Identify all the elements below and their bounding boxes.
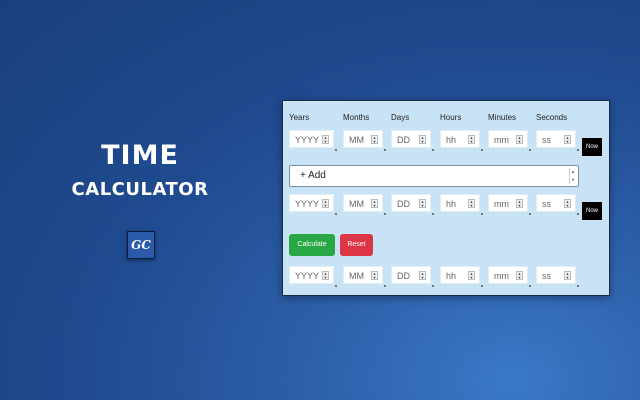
dot xyxy=(335,149,337,151)
calculate-button[interactable]: Calculate xyxy=(289,234,335,256)
placeholder: YYYY xyxy=(295,271,320,281)
spinner-icon[interactable]: ▲ ▼ xyxy=(322,135,329,144)
spinner-icon[interactable]: ▲ ▼ xyxy=(322,199,329,208)
placeholder: mm xyxy=(494,199,509,209)
result-minutes-input[interactable]: mm ▲ ▼ xyxy=(488,266,531,287)
spinner-icon[interactable]: ▲ ▼ xyxy=(419,271,426,280)
header-seconds: Seconds xyxy=(536,113,568,122)
spinner-icon[interactable]: ▲ ▼ xyxy=(371,199,378,208)
dot xyxy=(481,149,483,151)
select-arrows-icon: ▲ ▼ xyxy=(569,168,576,184)
add-minutes-input[interactable]: mm ▲ ▼ xyxy=(488,194,531,215)
placeholder: MM xyxy=(349,135,364,145)
start-hours-input[interactable]: hh ▲ ▼ xyxy=(440,130,483,151)
spinner-icon[interactable]: ▲ ▼ xyxy=(516,271,523,280)
dot xyxy=(384,285,386,287)
dot xyxy=(432,285,434,287)
dot xyxy=(432,149,434,151)
dot xyxy=(529,213,531,215)
start-months-input[interactable]: MM ▲ ▼ xyxy=(343,130,386,151)
placeholder: mm xyxy=(494,271,509,281)
header-months: Months xyxy=(343,113,370,122)
add-seconds-input[interactable]: ss ▲ ▼ xyxy=(536,194,579,215)
spinner-icon[interactable]: ▲ ▼ xyxy=(564,271,571,280)
add-days-input[interactable]: DD ▲ ▼ xyxy=(391,194,434,215)
placeholder: YYYY xyxy=(295,199,320,209)
spinner-icon[interactable]: ▲ ▼ xyxy=(419,135,426,144)
spinner-icon[interactable]: ▲ ▼ xyxy=(322,271,329,280)
placeholder: ss xyxy=(542,135,551,145)
header-years: Years xyxy=(289,113,310,122)
spinner-icon[interactable]: ▲ ▼ xyxy=(371,135,378,144)
start-minutes-input[interactable]: mm ▲ ▼ xyxy=(488,130,531,151)
now-button-1[interactable]: Now xyxy=(582,138,602,156)
result-months-input[interactable]: MM ▲ ▼ xyxy=(343,266,386,287)
add-hours-input[interactable]: hh ▲ ▼ xyxy=(440,194,483,215)
placeholder: mm xyxy=(494,135,509,145)
result-days-input[interactable]: DD ▲ ▼ xyxy=(391,266,434,287)
spinner-icon[interactable]: ▲ ▼ xyxy=(468,199,475,208)
spinner-icon[interactable]: ▲ ▼ xyxy=(468,271,475,280)
dot xyxy=(577,149,579,151)
dot xyxy=(481,285,483,287)
placeholder: MM xyxy=(349,199,364,209)
start-days-input[interactable]: DD ▲ ▼ xyxy=(391,130,434,151)
dot xyxy=(529,285,531,287)
spinner-icon[interactable]: ▲ ▼ xyxy=(371,271,378,280)
calculator-panel: Years Months Days Hours Minutes Seconds … xyxy=(282,100,610,296)
operation-selected-label: + Add xyxy=(300,170,326,181)
spinner-icon[interactable]: ▲ ▼ xyxy=(468,135,475,144)
operation-select[interactable]: + Add ▲ ▼ xyxy=(289,165,579,187)
dot xyxy=(335,213,337,215)
placeholder: ss xyxy=(542,199,551,209)
dot xyxy=(577,213,579,215)
dot xyxy=(481,213,483,215)
dot xyxy=(529,149,531,151)
dot xyxy=(384,149,386,151)
header-hours: Hours xyxy=(440,113,462,122)
placeholder: DD xyxy=(397,271,410,281)
placeholder: DD xyxy=(397,135,410,145)
spinner-icon[interactable]: ▲ ▼ xyxy=(564,135,571,144)
hero-subtitle: CALCULATOR xyxy=(71,179,209,200)
placeholder: hh xyxy=(446,199,457,209)
result-hours-input[interactable]: hh ▲ ▼ xyxy=(440,266,483,287)
dot xyxy=(432,213,434,215)
spinner-icon[interactable]: ▲ ▼ xyxy=(516,135,523,144)
result-years-input[interactable]: YYYY ▲ ▼ xyxy=(289,266,337,287)
reset-button[interactable]: Reset xyxy=(340,234,373,256)
start-seconds-input[interactable]: ss ▲ ▼ xyxy=(536,130,579,151)
spinner-icon[interactable]: ▲ ▼ xyxy=(564,199,571,208)
spinner-icon[interactable]: ▲ ▼ xyxy=(516,199,523,208)
placeholder: YYYY xyxy=(295,135,320,145)
add-years-input[interactable]: YYYY ▲ ▼ xyxy=(289,194,337,215)
add-months-input[interactable]: MM ▲ ▼ xyxy=(343,194,386,215)
header-minutes: Minutes xyxy=(488,113,517,122)
now-button-2[interactable]: Now xyxy=(582,202,602,220)
placeholder: MM xyxy=(349,271,364,281)
header-days: Days xyxy=(391,113,410,122)
gc-logo: GC xyxy=(127,231,155,259)
result-seconds-input[interactable]: ss ▲ ▼ xyxy=(536,266,579,287)
placeholder: hh xyxy=(446,271,457,281)
hero-title: TIME xyxy=(101,140,179,171)
start-years-input[interactable]: YYYY ▲ ▼ xyxy=(289,130,337,151)
spinner-icon[interactable]: ▲ ▼ xyxy=(419,199,426,208)
dot xyxy=(335,285,337,287)
placeholder: ss xyxy=(542,271,551,281)
dot xyxy=(384,213,386,215)
dot xyxy=(577,285,579,287)
placeholder: hh xyxy=(446,135,457,145)
placeholder: DD xyxy=(397,199,410,209)
